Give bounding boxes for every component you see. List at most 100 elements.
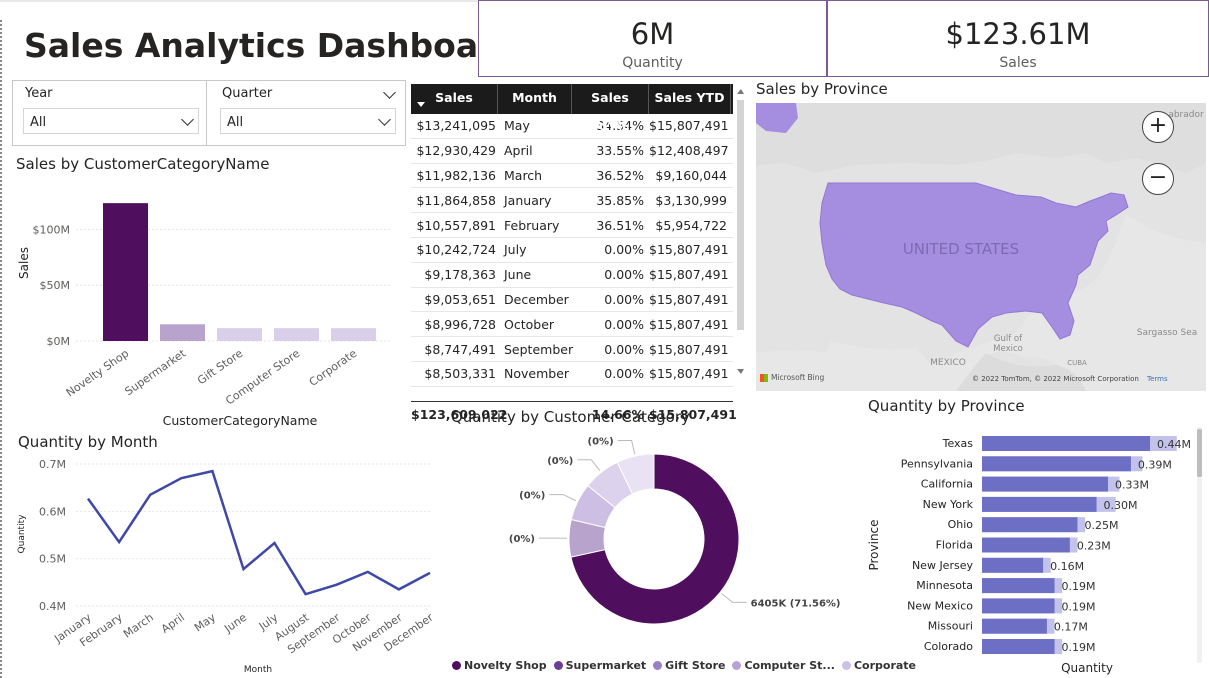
province-bar[interactable] [982, 537, 1070, 553]
quantity-by-province-chart: Province Quantity Texas 0.44M Pennsylvania… [867, 427, 1202, 675]
table-cell: 0.00% [604, 341, 644, 357]
x-tick-label: May [192, 611, 218, 635]
x-tick-label: April [159, 611, 187, 636]
zoom-out-button[interactable]: − [1142, 163, 1174, 195]
sales-by-category-chart: Sales CustomerCategoryName $0M $50M $100M N… [17, 203, 390, 428]
table-row[interactable]: $11,982,136 March 36.52% $9,160,044 [411, 164, 733, 189]
province-bar[interactable] [982, 618, 1047, 634]
province-bar[interactable] [982, 436, 1150, 451]
table-cell: $5,954,722 [655, 217, 727, 233]
table-row[interactable]: $9,053,651 December 0.00% $15,807,491 [411, 288, 733, 313]
table-cell: April [504, 143, 533, 159]
year-slicer: Year All [13, 81, 207, 145]
province-bar[interactable] [982, 578, 1055, 594]
legend-item[interactable]: Supermarket [553, 659, 646, 672]
bar-supermarket[interactable] [160, 324, 205, 341]
slice-label: (0%) [519, 491, 545, 502]
table-row[interactable]: $10,242,724 July 0.00% $15,807,491 [411, 238, 733, 263]
quarter-dropdown[interactable]: All [220, 108, 396, 134]
table-cell: $8,503,331 [424, 366, 496, 382]
slice-label: (0%) [547, 456, 573, 467]
x-tick-label: Supermarket [123, 346, 189, 398]
table-cell: November [504, 366, 570, 382]
province-bar[interactable] [982, 476, 1108, 492]
slice-leader-line [577, 459, 601, 472]
table-cell: $9,160,044 [655, 167, 727, 183]
quantity-line[interactable] [86, 469, 431, 596]
bar-computer-store[interactable] [274, 328, 319, 341]
legend-item[interactable]: Gift Store [653, 659, 725, 672]
kpi-card-quantity[interactable]: 6M Quantity [478, 0, 827, 77]
sales-y-axis-label: Sales [17, 247, 31, 279]
kpi-card-sales[interactable]: $123.61M Sales [827, 0, 1209, 77]
chevron-down-icon[interactable] [383, 86, 396, 99]
table-row[interactable]: $9,178,363 June 0.00% $15,807,491 [411, 263, 733, 288]
province-bar[interactable] [982, 598, 1055, 614]
y-tick-label: $100M [33, 223, 71, 236]
table-cell: $10,557,891 [416, 217, 496, 233]
kpi-sales-label: Sales [999, 55, 1037, 71]
sort-desc-icon[interactable] [417, 102, 425, 107]
quarter-slicer: Quarter All [210, 81, 404, 145]
x-tick-label: June [221, 611, 249, 636]
table-cell: 0.00% [604, 291, 644, 307]
table-cell: 0.00% [604, 316, 644, 332]
legend-swatch [452, 661, 461, 670]
attribution-text: © 2022 TomTom, © 2022 Microsoft Corporat… [972, 375, 1139, 383]
province-scroll-thumb[interactable] [1197, 429, 1202, 477]
table-row[interactable]: $11,864,858 January 35.85% $3,130,999 [411, 188, 733, 214]
table-row[interactable]: $8,996,728 October 0.00% $15,807,491 [411, 312, 733, 338]
bar-novelty-shop[interactable] [103, 203, 148, 341]
quarter-dropdown-value: All [227, 115, 244, 130]
table-row[interactable]: $12,930,429 April 33.55% $12,408,497 [411, 139, 733, 164]
legend-swatch [653, 661, 663, 670]
sales-table: Sales Month Sales YoY% Sales YTD $13,241,09… [411, 84, 737, 426]
table-cell: $8,747,491 [424, 341, 496, 357]
chevron-down-icon [378, 113, 391, 126]
table-cell: 36.51% [596, 217, 644, 233]
map-label-mexico: MEXICO [930, 358, 966, 368]
map-label-labrador: abrador [1168, 110, 1204, 120]
table-cell: December [504, 291, 569, 307]
province-bar[interactable] [982, 517, 1078, 533]
province-bar[interactable] [982, 639, 1055, 654]
table-row[interactable]: $10,557,891 February 36.51% $5,954,722 [411, 213, 733, 238]
column-header[interactable]: Sales YoY% [572, 84, 649, 133]
sales-by-province-map[interactable]: UNITED STATES MEXICO Gulf of Mexico Sarg… [756, 103, 1206, 391]
quantity-by-month-title: Quantity by Month [18, 433, 158, 451]
column-header[interactable]: Sales YTD [649, 84, 731, 114]
table-cell: $15,807,491 [649, 267, 729, 283]
table-cell: September [504, 341, 574, 357]
bar-corporate[interactable] [331, 328, 376, 341]
column-header[interactable]: Sales [411, 84, 498, 114]
x-tick-label: Corporate [307, 347, 360, 389]
province-value-label: 0.17M [1054, 621, 1088, 634]
table-cell: $13,241,095 [416, 118, 496, 134]
province-label: New York [923, 498, 974, 511]
month-x-axis-label: Month [244, 665, 272, 675]
y-tick-label: 0.7M [39, 458, 66, 471]
province-bar[interactable] [982, 496, 1097, 512]
zoom-in-button[interactable]: + [1142, 111, 1174, 143]
quantity-y-axis-label: Quantity [17, 514, 27, 554]
province-bar[interactable] [982, 456, 1131, 472]
year-dropdown[interactable]: All [23, 108, 199, 134]
slice-leader-line [549, 494, 577, 502]
table-scrollbar[interactable] [736, 86, 745, 380]
province-bar[interactable] [982, 557, 1044, 573]
bar-gift-store[interactable] [217, 328, 262, 341]
page-title: Sales Analytics Dashboard [24, 26, 519, 65]
table-row[interactable]: $13,241,095 May 34.54% $15,807,491 [411, 114, 733, 139]
table-cell: January [504, 192, 552, 208]
column-header[interactable]: Month [498, 84, 572, 114]
terms-link[interactable]: Terms [1147, 375, 1168, 383]
table-row[interactable]: $8,747,491 September 0.00% $15,807,491 [411, 337, 733, 362]
kpi-quantity-value: 6M [630, 17, 675, 51]
legend-item[interactable]: Computer St... [732, 659, 835, 672]
table-cell: 36.52% [596, 167, 644, 183]
legend-item[interactable]: Novelty Shop [452, 659, 547, 672]
table-cell: $8,996,728 [424, 316, 496, 332]
year-dropdown-value: All [30, 115, 47, 130]
table-cell: 35.85% [596, 192, 644, 208]
table-row[interactable]: $8,503,331 November 0.00% $15,807,491 [411, 362, 733, 387]
